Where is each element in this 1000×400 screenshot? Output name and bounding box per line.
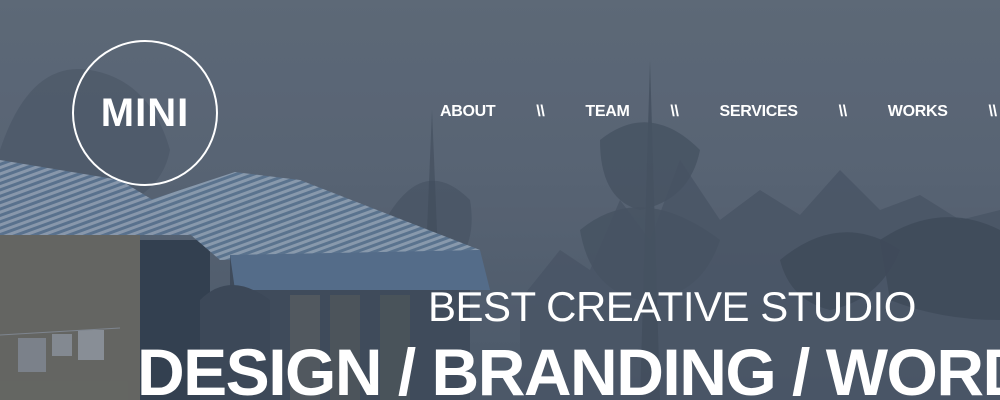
nav-item-works[interactable]: WORKS [888,103,948,121]
nav-separator: \\ [838,103,848,120]
nav-item-team[interactable]: TEAM [585,103,629,121]
nav-separator: \\ [536,103,545,120]
logo[interactable]: MINI [72,40,218,186]
nav-item-services[interactable]: SERVICES [720,103,799,121]
nav-separator: \\ [988,103,997,120]
hero-section: MINI ABOUT \\ TEAM \\ SERVICES \\ WORKS … [0,0,1000,400]
logo-text: MINI [100,90,190,135]
hero-headline: DESIGN / BRANDING / WORD [137,335,1000,400]
hero-tagline: BEST CREATIVE STUDIO [428,283,916,330]
nav-item-about[interactable]: ABOUT [440,103,496,121]
nav-separator: \\ [670,103,679,120]
main-nav: ABOUT \\ TEAM \\ SERVICES \\ WORKS \\ [440,103,1000,121]
